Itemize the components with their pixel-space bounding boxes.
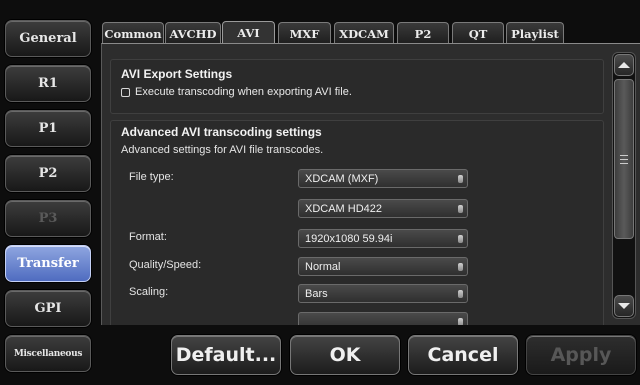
format-select[interactable]: 1920x1080 59.94i (298, 229, 468, 248)
file-type-label: File type: (129, 171, 174, 183)
sidebar-item-transfer[interactable]: Transfer (5, 245, 91, 282)
quality-select[interactable]: Normal (298, 257, 468, 276)
sidebar-item-r1[interactable]: R1 (5, 65, 91, 102)
arrow-down-icon (618, 303, 630, 309)
tab-qt[interactable]: QT (452, 22, 504, 44)
format-value: 1920x1080 59.94i (305, 232, 393, 245)
dropdown-arrow-icon (458, 235, 463, 243)
quality-label: Quality/Speed: (129, 259, 202, 271)
tab-p2[interactable]: P2 (397, 22, 449, 44)
dropdown-arrow-icon (458, 263, 463, 271)
ok-button[interactable]: OK (290, 335, 400, 375)
sidebar-item-p1[interactable]: P1 (5, 110, 91, 147)
tab-avchd[interactable]: AVCHD (165, 22, 221, 44)
scaling-value: Bars (305, 287, 328, 300)
cancel-button[interactable]: Cancel (408, 335, 518, 375)
scaling-select[interactable]: Bars (298, 284, 468, 303)
next-select-partial[interactable] (298, 312, 468, 325)
format-label: Format: (129, 231, 167, 243)
arrow-up-icon (618, 62, 630, 68)
tab-playlist[interactable]: Playlist (506, 22, 564, 44)
file-type-select[interactable]: XDCAM (MXF) (298, 169, 468, 188)
avi-export-group: AVI Export Settings Execute transcoding … (110, 59, 604, 114)
default-button[interactable]: Default... (171, 335, 281, 375)
grip-icon (620, 154, 628, 164)
apply-button: Apply (526, 335, 636, 375)
vertical-scrollbar[interactable] (612, 52, 636, 319)
sidebar-item-general[interactable]: General (5, 20, 91, 57)
transcode-checkbox[interactable] (121, 87, 130, 97)
scroll-up-button[interactable] (614, 54, 634, 76)
advanced-title: Advanced AVI transcoding settings (121, 125, 322, 139)
dropdown-arrow-icon (458, 175, 463, 183)
tab-mxf[interactable]: MXF (278, 22, 331, 44)
avi-export-title: AVI Export Settings (121, 67, 233, 81)
tab-avi[interactable]: AVI (222, 21, 275, 44)
tab-common[interactable]: Common (102, 22, 164, 44)
transcode-checkbox-label: Execute transcoding when exporting AVI f… (135, 86, 352, 98)
scroll-thumb[interactable] (614, 79, 634, 239)
dropdown-arrow-icon (458, 205, 463, 213)
advanced-transcoding-group: Advanced AVI transcoding settings Advanc… (110, 120, 604, 325)
sidebar-item-miscellaneous[interactable]: Miscellaneous (5, 335, 91, 372)
settings-panel: AVI Export Settings Execute transcoding … (101, 43, 640, 325)
tab-xdcam[interactable]: XDCAM (334, 22, 394, 44)
file-subtype-select[interactable]: XDCAM HD422 (298, 199, 468, 218)
scaling-label: Scaling: (129, 286, 169, 298)
advanced-description: Advanced settings for AVI file transcode… (121, 144, 324, 156)
sidebar-item-p3: P3 (5, 200, 91, 237)
file-type-value: XDCAM (MXF) (305, 172, 379, 185)
sidebar-item-p2[interactable]: P2 (5, 155, 91, 192)
sidebar-item-gpi[interactable]: GPI (5, 290, 91, 327)
dropdown-arrow-icon (458, 290, 463, 298)
transcode-checkbox-row[interactable]: Execute transcoding when exporting AVI f… (121, 86, 352, 98)
file-subtype-value: XDCAM HD422 (305, 202, 383, 215)
dropdown-arrow-icon (458, 318, 463, 325)
scroll-down-button[interactable] (614, 295, 634, 317)
quality-value: Normal (305, 260, 341, 273)
